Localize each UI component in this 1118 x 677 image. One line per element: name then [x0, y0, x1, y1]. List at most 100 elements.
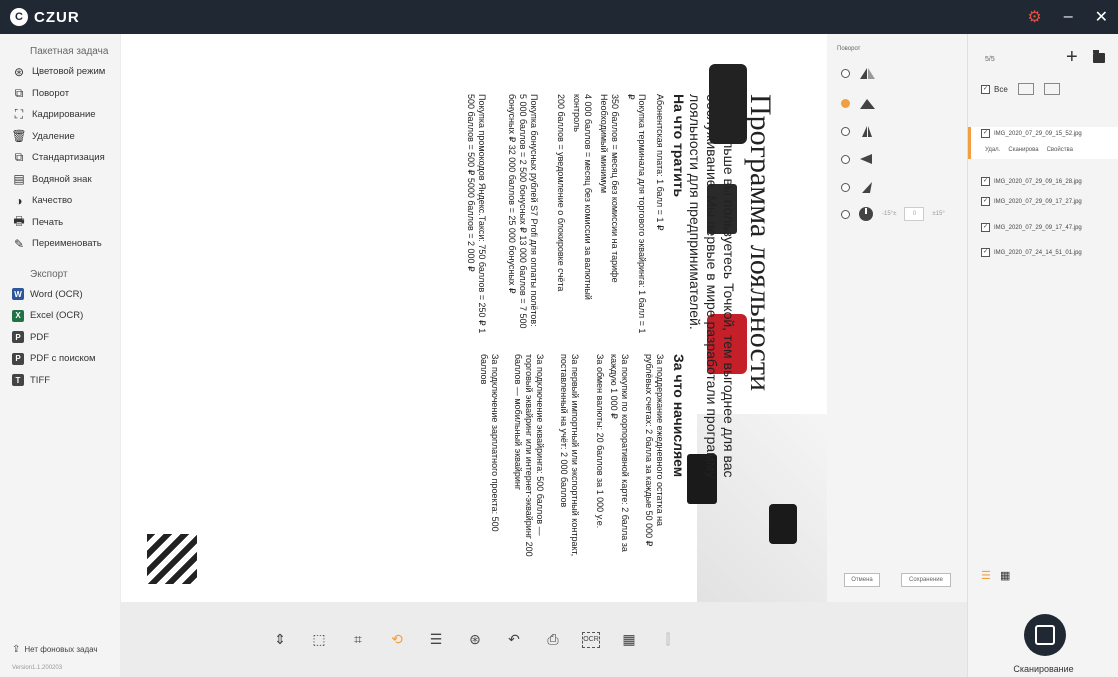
sidebar-item-crop[interactable]: ⛶ Кадрирование: [0, 104, 120, 126]
document-preview[interactable]: Программа лояльности Чем больше вы польз…: [121, 34, 827, 602]
fit-height-icon[interactable]: ⇕: [270, 630, 290, 650]
delete-action[interactable]: Удал.: [985, 147, 1000, 153]
background-tasks-label: Нет фоновых задач: [24, 645, 98, 654]
rotation-option-flip-horizontal[interactable]: [841, 66, 876, 80]
radio[interactable]: [841, 68, 850, 78]
rotation-option-custom[interactable]: -15°± 0 ±15°: [841, 206, 945, 222]
cancel-button[interactable]: Отмена: [844, 573, 880, 587]
spend-item: 350 баллов = месяц без комиссии на тариф…: [599, 94, 620, 283]
file-checkbox[interactable]: ✓: [981, 197, 990, 206]
grid-view-icon[interactable]: ▦: [1000, 569, 1010, 582]
scan-action[interactable]: Сканирова: [1008, 147, 1038, 153]
rotate-tool-icon[interactable]: ⟲: [387, 630, 407, 650]
add-icon[interactable]: +: [1066, 46, 1078, 69]
print-icon: 🖶: [13, 213, 25, 228]
add-page-icon[interactable]: [1043, 83, 1060, 95]
adjust-icon[interactable]: ☰: [426, 630, 446, 650]
export-pdf[interactable]: P PDF: [0, 327, 120, 349]
color-mode-icon[interactable]: ⊛: [465, 630, 485, 650]
sidebar-item-label: Удаление: [32, 130, 75, 142]
sidebar-item-print[interactable]: 🖶 Печать: [0, 212, 120, 234]
file-checkbox[interactable]: ✓: [981, 177, 990, 186]
scan-button[interactable]: [1024, 614, 1066, 656]
file-item[interactable]: ✓ IMG_2020_07_29_09_16_28.jpg: [981, 177, 1082, 186]
export-label: Excel (OCR): [30, 310, 84, 322]
earn-item: За поддержание ежедневного остатка на ру…: [644, 354, 665, 547]
radio[interactable]: [841, 182, 850, 192]
file-checkbox[interactable]: ✓: [981, 223, 990, 232]
sidebar-item-color-mode[interactable]: ⊛ Цветовой режим: [0, 61, 120, 83]
gear-icon[interactable]: ⚙: [1027, 7, 1041, 27]
file-item[interactable]: ✓ IMG_2020_07_29_09_17_27.jpg: [981, 197, 1082, 206]
rotation-option-skew[interactable]: [841, 180, 876, 194]
sidebar-item-standardize[interactable]: ⧉ Стандартизация: [0, 147, 120, 169]
select-all-checkbox[interactable]: ✓: [981, 84, 990, 94]
radio[interactable]: [841, 126, 850, 136]
undo-icon[interactable]: ↶: [504, 630, 524, 650]
list-view-icon[interactable]: ☰: [981, 569, 991, 582]
earn-item: За покупки по корпоративной карте: 2 бал…: [609, 354, 630, 552]
standardize-icon: ⧉: [14, 150, 24, 165]
spend-heading: На что тратить: [671, 94, 687, 198]
sidebar-item-rotate[interactable]: ⧉ Поворот: [0, 83, 120, 105]
image-view-icon[interactable]: [1017, 83, 1034, 95]
select-all-row[interactable]: ✓ Все: [981, 83, 1060, 95]
minimize-button[interactable]: –: [1064, 8, 1073, 26]
version-label: Version1.1.200203: [12, 665, 63, 671]
ocr-icon[interactable]: OCR: [582, 631, 600, 648]
file-item[interactable]: ✓ IMG_2020_07_24_14_51_01.jpg: [981, 248, 1082, 257]
radio[interactable]: [841, 154, 850, 164]
folder-icon[interactable]: [1093, 50, 1105, 63]
file-count: 5/5: [985, 56, 995, 63]
rotation-option-rotate[interactable]: [841, 96, 876, 110]
title-bar: C CZUR ⚙ – ✕: [0, 0, 1118, 34]
sidebar-item-label: Качество: [32, 195, 73, 207]
background-tasks[interactable]: ⇪ Нет фоновых задач: [12, 644, 98, 655]
export-word[interactable]: W Word (OCR): [0, 284, 120, 306]
degree-input[interactable]: 0: [904, 207, 925, 221]
export-excel[interactable]: X Excel (OCR): [0, 305, 120, 327]
properties-action[interactable]: Свойства: [1047, 147, 1073, 153]
split-icon[interactable]: ⫿: [658, 630, 678, 650]
sidebar-item-watermark[interactable]: ▤ Водяной знак: [0, 169, 120, 191]
export-searchable-pdf[interactable]: P PDF с поиском: [0, 348, 120, 370]
rotation-option-mirror[interactable]: [841, 124, 876, 138]
document-title: Программа лояльности: [744, 94, 777, 391]
select-area-icon[interactable]: ⬚: [309, 630, 329, 650]
save-button[interactable]: Сохранение: [901, 573, 951, 587]
sidebar-item-label: Поворот: [32, 87, 70, 99]
spend-item: 4 000 баллов = месяц без комиссии за вал…: [572, 94, 593, 300]
rotate-icon: ⧉: [14, 85, 24, 100]
rotation-option-left[interactable]: [841, 152, 876, 166]
rotation-panel: Поворот -15°± 0 ±15° Отмена Сохранение: [827, 34, 967, 602]
file-item[interactable]: ✓ IMG_2020_07_29_09_15_52.jpg: [981, 129, 1082, 138]
file-name: IMG_2020_07_29_09_17_47.jpg: [994, 224, 1082, 231]
file-checkbox[interactable]: ✓: [981, 129, 990, 138]
batch-task-label: Пакетная задача: [30, 46, 109, 57]
document-subtitle: Чем больше вы пользуетесь Точкой, тем вы…: [687, 94, 737, 479]
radio-selected[interactable]: [841, 98, 850, 108]
sidebar-item-delete[interactable]: 🗑 Удаление: [0, 126, 120, 148]
earn-item: За подключение эквайринга: 500 баллов — …: [513, 354, 545, 557]
export-tiff[interactable]: T TIFF: [0, 370, 120, 392]
crop-icon: ⛶: [14, 107, 24, 122]
close-button[interactable]: ✕: [1095, 7, 1108, 27]
crop-icon[interactable]: ⌗: [348, 630, 368, 650]
sidebar-item-label: Стандартизация: [32, 152, 105, 164]
rename-icon: ✎: [13, 236, 25, 251]
word-icon: W: [12, 288, 24, 301]
scan-icon: [1035, 625, 1055, 645]
file-checkbox[interactable]: ✓: [981, 248, 990, 257]
sidebar-item-label: Печать: [32, 216, 64, 228]
qr-code-icon[interactable]: ▦: [619, 630, 639, 650]
sidebar-item-quality[interactable]: ◑ Качество: [0, 190, 120, 212]
file-item[interactable]: ✓ IMG_2020_07_29_09_17_47.jpg: [981, 223, 1082, 232]
radio[interactable]: [841, 209, 850, 219]
rotate-option-icon: [860, 99, 875, 109]
print-icon[interactable]: ⎙: [543, 630, 563, 650]
sidebar-item-rename[interactable]: ✎ Переименовать: [0, 233, 120, 255]
sidebar-item-label: Кадрирование: [32, 109, 96, 121]
dial-icon: [859, 207, 873, 221]
file-name: IMG_2020_07_29_09_16_28.jpg: [994, 178, 1082, 185]
select-all-label: Все: [994, 84, 1008, 94]
